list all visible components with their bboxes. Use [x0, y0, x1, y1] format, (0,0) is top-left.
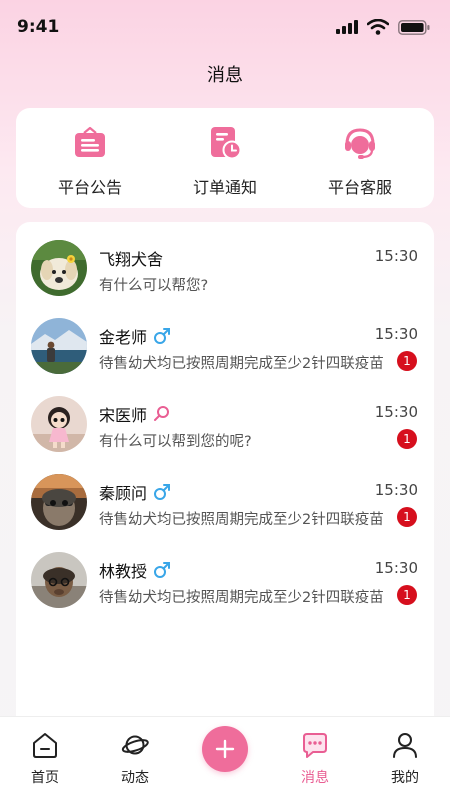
- contact-name-text: 林教授: [99, 562, 148, 581]
- message-time: 15:30: [374, 247, 418, 265]
- unread-badge: 1: [397, 351, 417, 371]
- message-preview: 待售幼犬均已按照周期完成至少2针四联疫苗: [99, 356, 384, 372]
- avatar: [31, 396, 87, 452]
- message-preview: 有什么可以帮您?: [99, 278, 209, 294]
- order-notification-icon: [207, 125, 243, 161]
- message-row[interactable]: 林教授 15:30 待售幼犬均已按照周期完成至少2针四联疫苗 1: [16, 550, 434, 628]
- status-bar: 9:41: [0, 0, 450, 58]
- contact-name: 宋医师: [99, 402, 171, 426]
- nav-label: 动态: [121, 770, 149, 786]
- planet-icon: [121, 735, 149, 755]
- avatar: [31, 240, 87, 296]
- contact-name-text: 金老师: [99, 328, 148, 347]
- male-icon: [153, 327, 171, 345]
- customer-service-icon: [342, 125, 378, 161]
- message-list: 飞翔犬舍 15:30 有什么可以帮您? 金老师 15:30 待售幼犬均已按照周期…: [16, 222, 434, 742]
- contact-name: 秦顾问: [99, 480, 171, 504]
- nav-item-messages[interactable]: 消息: [270, 717, 360, 800]
- nav-item-feed[interactable]: 动态: [90, 717, 180, 800]
- status-icons: [336, 19, 430, 35]
- nav-label: 消息: [301, 770, 329, 786]
- message-icon: [303, 733, 327, 758]
- home-icon: [33, 733, 57, 758]
- avatar: [31, 474, 87, 530]
- contact-name-text: 秦顾问: [99, 484, 148, 503]
- avatar: [31, 552, 87, 608]
- male-icon: [153, 561, 171, 579]
- profile-icon: [393, 733, 417, 758]
- message-row[interactable]: 宋医师 15:30 有什么可以帮到您的呢? 1: [16, 394, 434, 472]
- female-icon: [153, 405, 171, 423]
- plus-icon: [215, 739, 235, 759]
- signal-icon: [336, 20, 358, 34]
- wifi-icon: [367, 19, 389, 35]
- quick-action-order-notification[interactable]: 订单通知: [165, 108, 285, 208]
- message-row[interactable]: 金老师 15:30 待售幼犬均已按照周期完成至少2针四联疫苗 1: [16, 316, 434, 394]
- quick-action-label: 平台公告: [57, 178, 122, 197]
- message-row[interactable]: 飞翔犬舍 15:30 有什么可以帮您?: [16, 238, 434, 316]
- quick-actions-panel: 平台公告 订单通知 平台客服: [16, 108, 434, 208]
- unread-badge: 1: [397, 429, 417, 449]
- status-time: 9:41: [17, 17, 60, 37]
- nav-label: 我的: [391, 770, 419, 786]
- announcement-icon: [72, 125, 108, 161]
- quick-action-label: 订单通知: [192, 178, 257, 197]
- unread-badge: 1: [397, 585, 417, 605]
- nav-item-profile[interactable]: 我的: [360, 717, 450, 800]
- page-title: 消息: [207, 65, 243, 86]
- battery-icon: [398, 19, 430, 35]
- message-preview: 待售幼犬均已按照周期完成至少2针四联疫苗: [99, 590, 384, 606]
- quick-action-announcement[interactable]: 平台公告: [30, 108, 150, 208]
- message-time: 15:30: [374, 559, 418, 577]
- message-time: 15:30: [374, 325, 418, 343]
- message-row[interactable]: 秦顾问 15:30 待售幼犬均已按照周期完成至少2针四联疫苗 1: [16, 472, 434, 550]
- avatar: [31, 318, 87, 374]
- contact-name: 金老师: [99, 324, 171, 348]
- nav-item-home[interactable]: 首页: [0, 717, 90, 800]
- unread-badge: 1: [397, 507, 417, 527]
- add-post-button[interactable]: [202, 726, 248, 772]
- contact-name: 飞翔犬舍: [99, 246, 163, 270]
- message-time: 15:30: [374, 481, 418, 499]
- male-icon: [153, 483, 171, 501]
- quick-action-customer-service[interactable]: 平台客服: [300, 108, 420, 208]
- contact-name-text: 宋医师: [99, 406, 148, 425]
- nav-label: 首页: [31, 770, 59, 786]
- contact-name-text: 飞翔犬舍: [99, 250, 164, 269]
- quick-action-label: 平台客服: [327, 178, 392, 197]
- contact-name: 林教授: [99, 558, 171, 582]
- message-time: 15:30: [374, 403, 418, 421]
- message-preview: 有什么可以帮到您的呢?: [99, 434, 252, 450]
- message-preview: 待售幼犬均已按照周期完成至少2针四联疫苗: [99, 512, 384, 528]
